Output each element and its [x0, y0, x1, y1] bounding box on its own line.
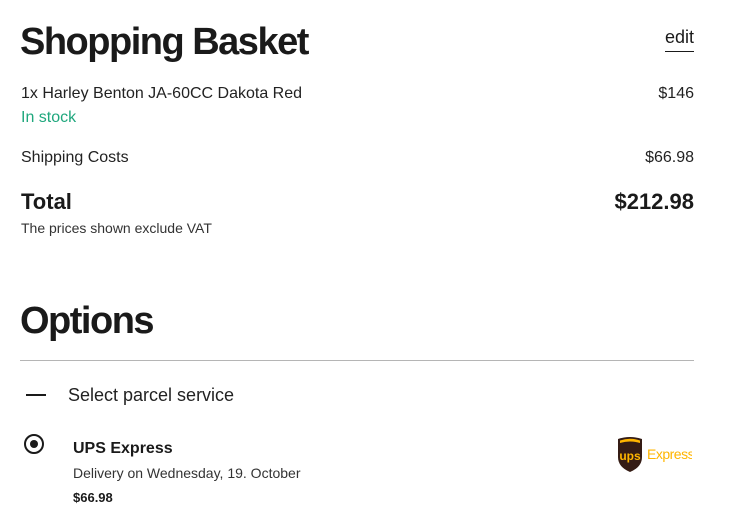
item-name: 1x Harley Benton JA-60CC Dakota Red	[21, 85, 303, 102]
shipping-price: $66.98	[645, 149, 694, 166]
ups-express-logo: ups Express	[618, 437, 692, 472]
vat-note: The prices shown exclude VAT	[21, 220, 212, 236]
parcel-service-toggle[interactable]: Select parcel service	[20, 380, 234, 410]
delivery-date: Delivery on Wednesday, 19. October	[73, 465, 301, 481]
radio-selected-dot	[30, 440, 38, 448]
total-value: $212.98	[614, 189, 694, 214]
minus-icon	[26, 394, 46, 396]
service-price: $66.98	[73, 490, 113, 505]
total-label: Total	[21, 189, 72, 214]
item-price: $146	[658, 85, 694, 102]
ups-express-radio[interactable]	[24, 434, 44, 454]
page-title: Shopping Basket	[20, 21, 309, 63]
stock-status: In stock	[21, 109, 77, 126]
options-title: Options	[20, 300, 155, 342]
ups-logo-text: ups	[619, 449, 641, 463]
service-name: UPS Express	[73, 440, 173, 457]
express-logo-text: Express	[647, 446, 692, 462]
edit-basket-link[interactable]: edit	[664, 27, 694, 52]
section-divider	[20, 360, 694, 361]
parcel-service-label: Select parcel service	[68, 385, 235, 405]
shipping-label: Shipping Costs	[21, 149, 129, 166]
